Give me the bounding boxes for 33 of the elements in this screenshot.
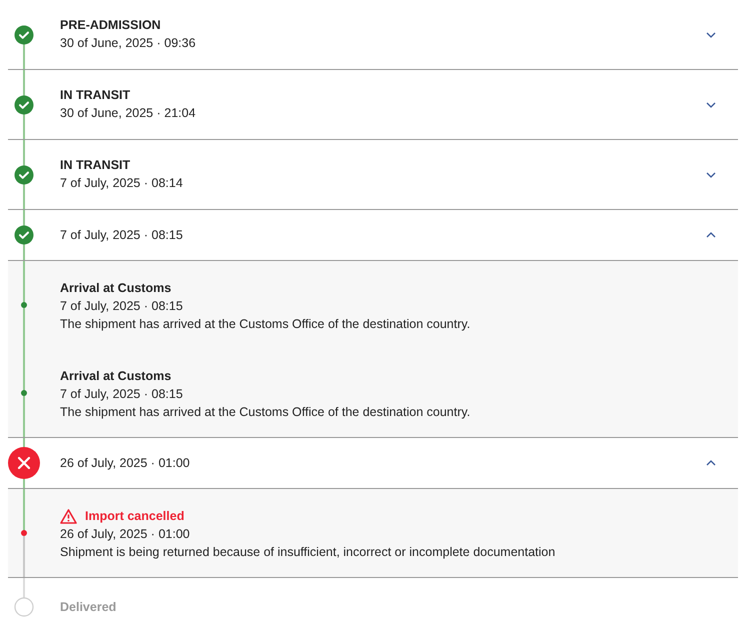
empty-circle-icon [14, 597, 34, 617]
chevron-icon [706, 460, 716, 466]
dot-icon [21, 302, 27, 308]
chevron-icon [706, 232, 716, 238]
chevron-icon [706, 32, 716, 38]
step-date: 7 of July, 2025 · 08:14 [60, 174, 184, 192]
check-icon [14, 225, 34, 245]
check-icon [14, 94, 34, 114]
event-title: Arrival at Customs [60, 280, 172, 297]
step-title: PRE-ADMISSION [60, 18, 162, 32]
event-description: Shipment is being returned because of insufficient, incorrect or incomplete documentation [60, 544, 556, 561]
step-date: 26 of July, 2025 · 01:00 [60, 455, 191, 472]
dot-icon [21, 390, 27, 396]
event-date: 26 of July, 2025 · 01:00 [60, 526, 191, 543]
check-icon [14, 24, 34, 44]
event-date: 7 of July, 2025 · 08:15 [60, 298, 184, 315]
event-title: Arrival at Customs [60, 368, 172, 385]
event-date: 7 of July, 2025 · 08:15 [60, 386, 184, 403]
event-title: Import cancelled [85, 508, 184, 525]
check-icon [14, 164, 34, 184]
step-date: 30 of June, 2025 · 21:04 [60, 104, 197, 122]
step-title: IN TRANSIT [60, 88, 132, 102]
chevron-icon [706, 102, 716, 108]
error-icon [8, 447, 40, 479]
step-title: IN TRANSIT [60, 158, 132, 172]
step-date: 7 of July, 2025 · 08:15 [60, 227, 184, 244]
step-title: Delivered [60, 600, 118, 614]
dot-icon [21, 530, 27, 536]
event-description: The shipment has arrived at the Customs Office of the destination country. [60, 404, 470, 421]
step-date: 30 of June, 2025 · 09:36 [60, 34, 197, 52]
chevron-icon [706, 172, 716, 178]
event-description: The shipment has arrived at the Customs Office of the destination country. [60, 316, 470, 333]
warning-icon [60, 508, 77, 524]
